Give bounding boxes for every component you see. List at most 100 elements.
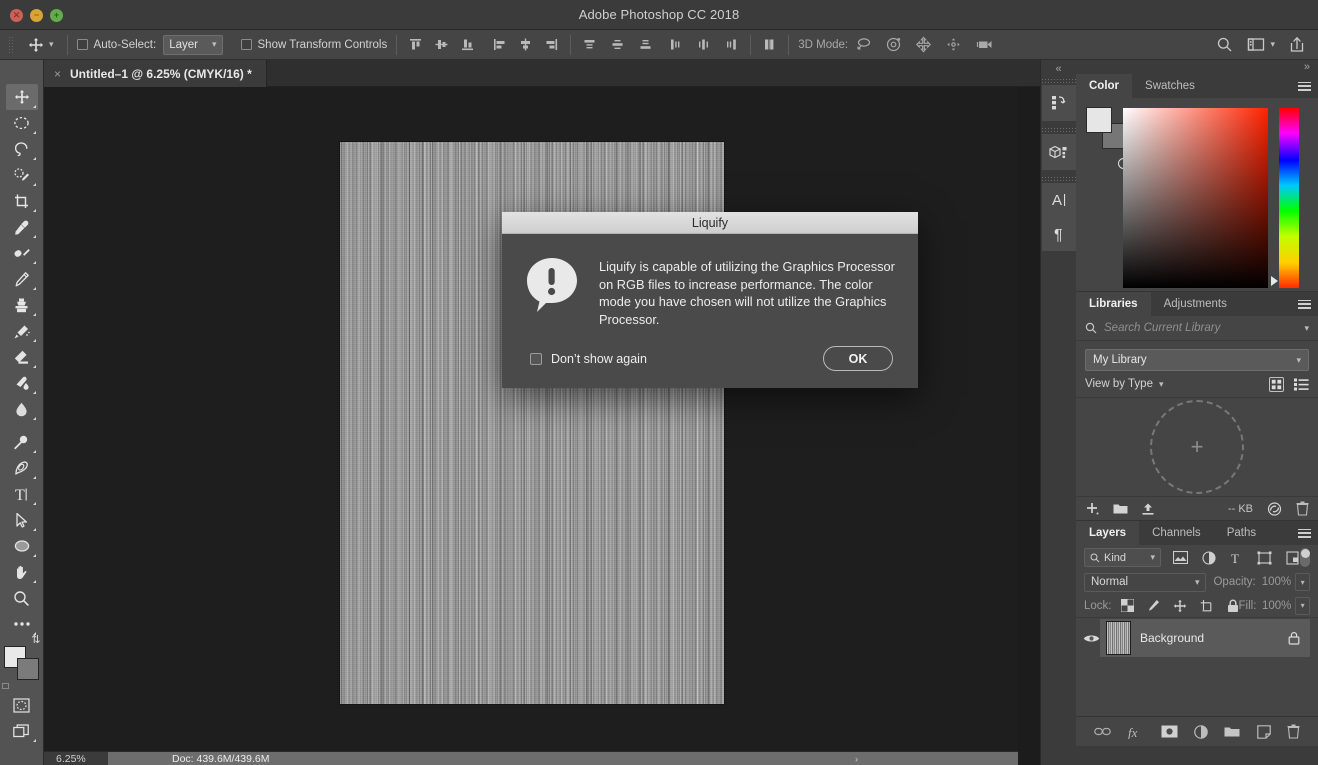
lock-position-icon[interactable]	[1173, 599, 1187, 613]
add-asset-placeholder[interactable]: +	[1150, 400, 1244, 494]
history-dock-item[interactable]	[1041, 78, 1077, 121]
dock-grip[interactable]	[1041, 176, 1077, 183]
filter-enable-toggle[interactable]	[1300, 548, 1310, 567]
new-layer-icon[interactable]	[1256, 724, 1271, 739]
zoom-level[interactable]: 6.25%	[44, 753, 108, 765]
close-icon[interactable]: ×	[54, 67, 61, 81]
lock-all-icon[interactable]	[1227, 599, 1239, 613]
view-mode-label[interactable]: View by Type	[1085, 378, 1153, 390]
new-folder-icon[interactable]	[1113, 502, 1128, 515]
layers-empty-area[interactable]	[1076, 658, 1318, 716]
pen-tool[interactable]	[6, 455, 38, 481]
ellipse-tool[interactable]	[6, 533, 38, 559]
distribute-left-edges-icon[interactable]	[666, 35, 685, 54]
dock-grip[interactable]	[1041, 78, 1077, 85]
align-left-edges-icon[interactable]	[490, 35, 509, 54]
screen-mode-button[interactable]	[6, 718, 38, 744]
tab-channels[interactable]: Channels	[1139, 521, 1214, 545]
slide-3d-icon[interactable]	[944, 35, 963, 54]
status-menu-arrow-icon[interactable]: ›	[855, 754, 858, 764]
tab-color[interactable]: Color	[1076, 74, 1133, 98]
add-mask-icon[interactable]	[1161, 725, 1178, 738]
history-brush-tool[interactable]	[6, 318, 38, 344]
creative-cloud-icon[interactable]	[1266, 501, 1283, 516]
filter-pixel-icon[interactable]	[1173, 551, 1189, 564]
distribute-right-edges-icon[interactable]	[722, 35, 741, 54]
eraser-tool[interactable]	[6, 344, 38, 370]
libraries-panel-menu-button[interactable]	[1298, 292, 1311, 316]
filter-type-icon[interactable]: T	[1230, 551, 1243, 565]
lock-artboard-icon[interactable]	[1200, 599, 1214, 612]
layer-lock-icon[interactable]	[1288, 631, 1300, 645]
chevron-down-icon[interactable]: ▾	[1159, 379, 1164, 390]
color-picker-body[interactable]	[1076, 98, 1318, 291]
tab-layers[interactable]: Layers	[1076, 521, 1140, 545]
align-bottom-edges-icon[interactable]	[458, 35, 477, 54]
camera-3d-icon[interactable]	[974, 35, 993, 54]
hue-slider-marker[interactable]	[1271, 276, 1278, 286]
color-panel-swatches[interactable]	[1086, 107, 1128, 149]
upload-icon[interactable]	[1141, 502, 1155, 516]
layers-panel-menu-button[interactable]	[1298, 521, 1311, 545]
filter-smart-object-icon[interactable]	[1286, 550, 1300, 565]
pan-3d-icon[interactable]	[914, 35, 933, 54]
tab-adjustments[interactable]: Adjustments	[1150, 292, 1240, 316]
share-icon[interactable]	[1287, 35, 1306, 54]
library-selector-dropdown[interactable]: My Library ▾	[1085, 349, 1309, 371]
swap-colors-icon[interactable]: ⇅	[31, 633, 40, 646]
close-window-button[interactable]: ✕	[10, 8, 23, 22]
minimize-window-button[interactable]: −	[30, 8, 43, 22]
align-vertical-centers-icon[interactable]	[432, 35, 451, 54]
align-top-edges-icon[interactable]	[406, 35, 425, 54]
opacity-stepper[interactable]: ▾	[1295, 573, 1310, 591]
auto-select-checkbox[interactable]	[76, 39, 88, 50]
dont-show-again-row[interactable]: Don’t show again	[530, 352, 647, 366]
show-transform-controls-checkbox[interactable]	[240, 39, 252, 50]
delete-icon[interactable]	[1296, 501, 1309, 516]
distribute-vertical-centers-icon[interactable]	[608, 35, 627, 54]
tool-preset-picker[interactable]: ▾	[21, 34, 58, 56]
auto-select-scope-dropdown[interactable]: Layer ▾	[163, 34, 223, 55]
distribute-bottom-edges-icon[interactable]	[636, 35, 655, 54]
layer-row-content[interactable]: Background	[1100, 619, 1310, 657]
collapse-panels-button[interactable]: »	[1076, 60, 1318, 74]
clone-stamp-tool[interactable]	[6, 292, 38, 318]
color-panel-menu-button[interactable]	[1298, 74, 1311, 98]
history-icon[interactable]	[1042, 85, 1076, 121]
background-color-swatch[interactable]	[16, 658, 39, 680]
dont-show-again-checkbox[interactable]	[530, 352, 542, 365]
tab-libraries[interactable]: Libraries	[1076, 292, 1151, 316]
delete-layer-icon[interactable]	[1287, 724, 1300, 739]
character-icon[interactable]: A	[1042, 183, 1076, 217]
filter-adjustment-icon[interactable]	[1202, 550, 1216, 565]
roll-3d-icon[interactable]	[884, 35, 903, 54]
distribute-spacing-icon[interactable]	[760, 35, 779, 54]
link-layers-icon[interactable]	[1094, 726, 1111, 737]
new-group-icon[interactable]	[1224, 725, 1240, 738]
3d-dock-item[interactable]	[1041, 127, 1077, 170]
document-tab[interactable]: × Untitled–1 @ 6.25% (CMYK/16) *	[44, 60, 267, 87]
blend-mode-dropdown[interactable]: Normal ▾	[1084, 572, 1207, 592]
chevron-down-icon[interactable]: ▾	[1304, 323, 1309, 334]
adjustment-layer-icon[interactable]	[1194, 724, 1208, 739]
crop-tool[interactable]	[6, 188, 38, 214]
distribute-horizontal-centers-icon[interactable]	[694, 35, 713, 54]
foreground-color-swatch[interactable]	[1086, 107, 1112, 133]
default-colors-icon[interactable]: □	[3, 681, 9, 692]
character-dock-item[interactable]: A ¶	[1041, 176, 1077, 251]
maximize-window-button[interactable]: +	[50, 8, 63, 22]
color-swatches[interactable]: ⇅ □	[3, 634, 41, 692]
ok-button[interactable]: OK	[823, 346, 893, 371]
elliptical-marquee-tool[interactable]	[6, 110, 38, 136]
search-icon[interactable]	[1215, 35, 1234, 54]
expand-panels-button[interactable]: «	[1041, 60, 1076, 78]
eyedropper-tool[interactable]	[6, 214, 38, 240]
quick-mask-mode-button[interactable]	[6, 692, 38, 718]
add-element-icon[interactable]	[1085, 501, 1100, 516]
lasso-tool[interactable]	[6, 136, 38, 162]
align-right-edges-icon[interactable]	[542, 35, 561, 54]
gradient-tool[interactable]	[6, 370, 38, 396]
type-tool[interactable]: T	[6, 481, 38, 507]
color-spectrum-field[interactable]	[1123, 108, 1268, 288]
healing-brush-tool[interactable]	[6, 240, 38, 266]
